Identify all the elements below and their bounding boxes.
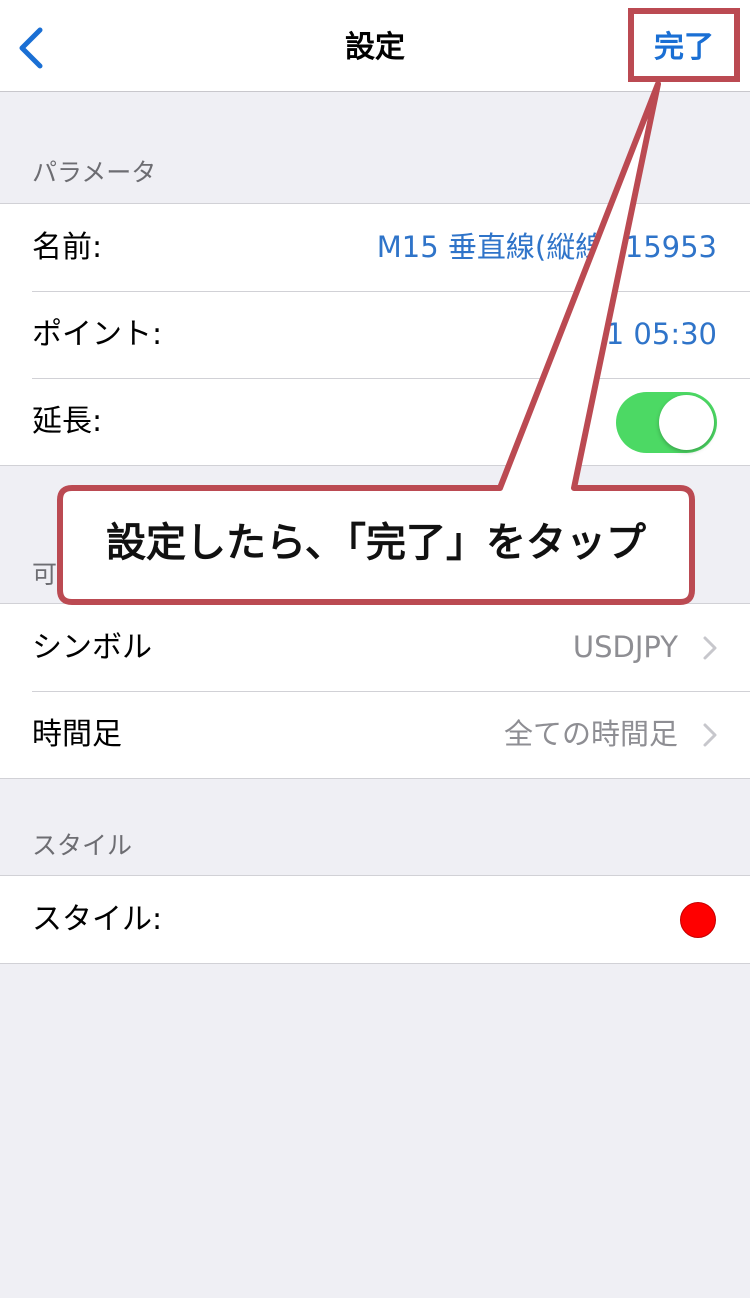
callout-text: 設定したら､「完了」をタップ bbox=[106, 521, 646, 565]
name-value[interactable]: M15 垂直線(縦線) 15953 bbox=[377, 204, 717, 291]
visibility-section-header: 可 bbox=[32, 560, 58, 589]
visibility-group: シンボル USDJPY 時間足 全ての時間足 bbox=[0, 603, 750, 779]
name-row[interactable]: 名前: M15 垂直線(縦線) 15953 bbox=[0, 204, 750, 291]
style-row[interactable]: スタイル: bbox=[0, 876, 750, 963]
style-label: スタイル: bbox=[32, 902, 163, 937]
style-group: スタイル: bbox=[0, 875, 750, 964]
extend-label: 延長: bbox=[32, 404, 103, 439]
extend-row: 延長: bbox=[0, 378, 750, 465]
timeframe-value: 全ての時間足 bbox=[503, 717, 678, 751]
point-label: ポイント: bbox=[32, 317, 163, 352]
point-value[interactable]: 21 05:30 bbox=[587, 291, 717, 378]
done-highlight-box bbox=[628, 8, 740, 82]
extend-toggle[interactable] bbox=[616, 392, 717, 453]
symbol-row[interactable]: シンボル USDJPY bbox=[0, 604, 750, 691]
style-section-header: スタイル bbox=[32, 831, 133, 860]
point-row[interactable]: ポイント: 21 05:30 bbox=[0, 291, 750, 378]
parameters-group: 名前: M15 垂直線(縦線) 15953 ポイント: 21 05:30 延長: bbox=[0, 203, 750, 466]
color-swatch[interactable] bbox=[680, 902, 716, 938]
toggle-knob bbox=[659, 395, 714, 450]
chevron-right-icon bbox=[703, 723, 717, 747]
timeframe-label: 時間足 bbox=[32, 717, 122, 752]
timeframe-row[interactable]: 時間足 全ての時間足 bbox=[0, 691, 750, 778]
parameters-section-header: パラメータ bbox=[32, 158, 157, 187]
symbol-label: シンボル bbox=[32, 630, 152, 665]
chevron-right-icon bbox=[703, 636, 717, 660]
symbol-value: USDJPY bbox=[572, 630, 678, 664]
name-label: 名前: bbox=[32, 230, 103, 265]
